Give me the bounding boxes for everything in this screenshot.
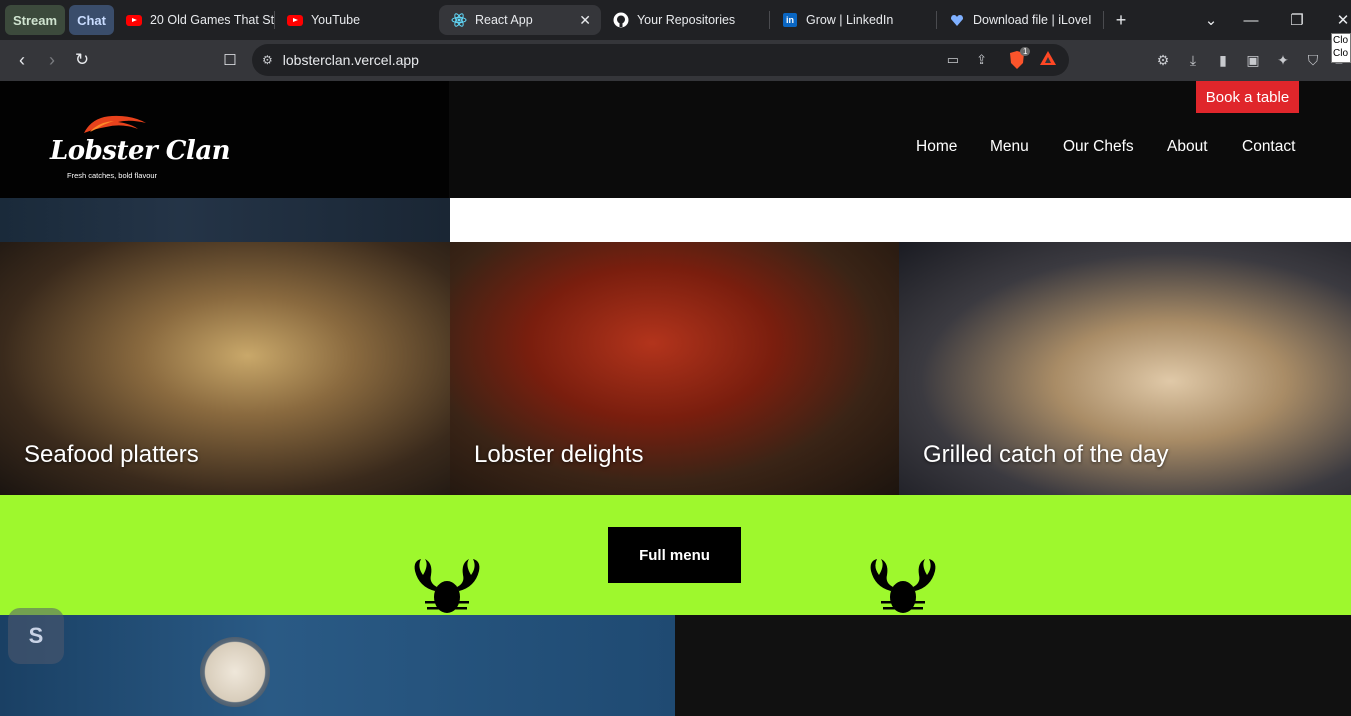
nav-about[interactable]: About xyxy=(1167,138,1208,156)
full-menu-button[interactable]: Full menu xyxy=(608,527,741,583)
brave-rewards-icon[interactable] xyxy=(1039,50,1057,71)
sauce-bowl-image xyxy=(200,637,270,707)
card-seafood-platters[interactable]: Seafood platters xyxy=(0,242,450,495)
url-text[interactable]: lobsterclan.vercel.app xyxy=(283,52,419,68)
vpn-icon[interactable]: ⛉ xyxy=(1301,48,1325,72)
address-bar[interactable]: ⚙ lobsterclan.vercel.app ▭ ⇪ 1 xyxy=(252,44,1069,76)
youtube-icon xyxy=(286,12,303,28)
reload-icon[interactable]: ↻ xyxy=(67,45,97,75)
sidebar-icon[interactable]: ▮ xyxy=(1211,48,1235,72)
tab-title: 20 Old Games That Sti xyxy=(149,13,274,27)
floating-widget-icon[interactable]: S xyxy=(8,608,64,664)
restore-icon[interactable]: ❐ xyxy=(1274,0,1320,40)
nav-menu[interactable]: Menu xyxy=(990,138,1029,156)
wallet-icon[interactable]: ▣ xyxy=(1241,48,1265,72)
linkedin-icon: in xyxy=(782,12,798,28)
tab-title: YouTube xyxy=(310,13,361,27)
nav-our-chefs[interactable]: Our Chefs xyxy=(1063,138,1134,156)
youtube-icon xyxy=(125,12,142,28)
tab-group-chat[interactable]: Chat xyxy=(69,5,114,35)
card-title: Lobster delights xyxy=(474,441,644,468)
nav-home[interactable]: Home xyxy=(916,138,957,156)
card-title: Seafood platters xyxy=(24,441,199,468)
tab-title: Download file | iLoveI xyxy=(972,13,1092,27)
ilovepdf-icon xyxy=(949,12,965,28)
browser-toolbar: ‹ › ↻ ☐ ⚙ lobsterclan.vercel.app ▭ ⇪ 1 ⚙… xyxy=(0,40,1351,81)
tab-ilovepdf[interactable]: Download file | iLoveI xyxy=(937,5,1103,35)
tab-old-games[interactable]: 20 Old Games That Sti xyxy=(114,5,274,35)
logo-name[interactable]: Lobster Clan xyxy=(50,136,231,166)
website-viewport: Lobster Clan Fresh catches, bold flavour… xyxy=(0,81,1351,716)
forward-icon[interactable]: › xyxy=(37,45,67,75)
logo-tagline: Fresh catches, bold flavour xyxy=(67,171,158,180)
bookmark-icon[interactable]: ☐ xyxy=(215,45,245,75)
card-lobster-delights[interactable]: Lobster delights xyxy=(450,242,899,495)
lobster-icon xyxy=(870,559,936,613)
card-grilled-catch[interactable]: Grilled catch of the day xyxy=(899,242,1351,495)
leo-ai-icon[interactable]: ✦ xyxy=(1271,48,1295,72)
tab-linkedin[interactable]: in Grow | LinkedIn xyxy=(770,5,936,35)
hero-image-strip xyxy=(0,198,450,242)
back-icon[interactable]: ‹ xyxy=(7,45,37,75)
react-icon xyxy=(451,12,467,28)
book-table-button[interactable]: Book a table xyxy=(1196,81,1299,113)
logo-panel: Lobster Clan Fresh catches, bold flavour xyxy=(0,81,449,198)
tab-group-stream[interactable]: Stream xyxy=(5,5,66,35)
tab-title: Grow | LinkedIn xyxy=(805,13,894,27)
tab-react-app[interactable]: React App ✕ xyxy=(438,5,601,35)
tooltip: Clo Clo xyxy=(1331,33,1351,63)
brave-shields-icon[interactable]: 1 xyxy=(1007,47,1031,71)
new-tab-button[interactable]: + xyxy=(1104,5,1138,35)
brave-badge: 1 xyxy=(1020,47,1031,56)
share-icon[interactable]: ⇪ xyxy=(976,52,987,68)
menu-band: Full menu xyxy=(0,495,1351,615)
flame-logo-icon xyxy=(84,115,146,133)
minimize-icon[interactable]: — xyxy=(1228,0,1274,40)
about-image xyxy=(0,615,675,716)
extensions-icon[interactable]: ⚙ xyxy=(1151,48,1175,72)
downloads-icon[interactable]: ⤓ xyxy=(1181,48,1205,72)
card-title: Grilled catch of the day xyxy=(923,441,1169,468)
cast-icon[interactable]: ▭ xyxy=(947,52,959,68)
github-icon xyxy=(613,12,629,28)
tab-title: React App xyxy=(474,13,533,27)
tab-repositories[interactable]: Your Repositories xyxy=(601,5,769,35)
nav-contact[interactable]: Contact xyxy=(1242,138,1295,156)
tab-youtube[interactable]: YouTube xyxy=(275,5,435,35)
site-info-icon[interactable]: ⚙ xyxy=(262,53,273,67)
tab-title: Your Repositories xyxy=(636,13,736,27)
about-text-panel xyxy=(675,615,1351,716)
site-header: Lobster Clan Fresh catches, bold flavour… xyxy=(0,81,1351,198)
close-tab-icon[interactable]: ✕ xyxy=(569,12,591,29)
lobster-icon xyxy=(414,559,480,613)
browser-tab-bar: Stream Chat 20 Old Games That Sti YouTub… xyxy=(0,0,1351,40)
